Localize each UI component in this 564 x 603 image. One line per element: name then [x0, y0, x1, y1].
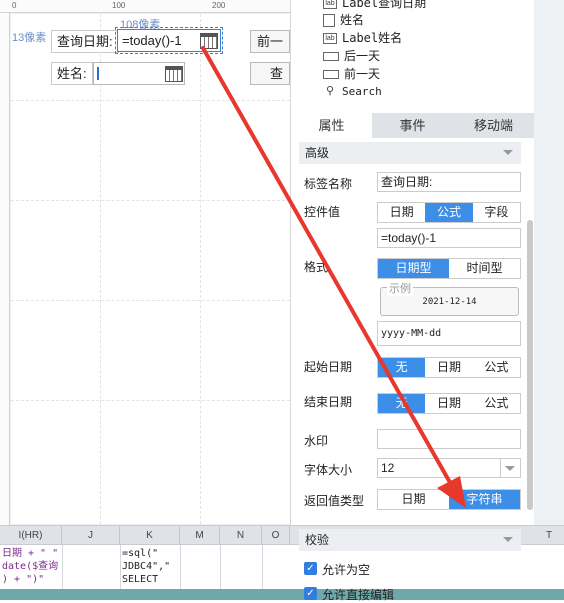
annotation-arrow: [201, 46, 466, 508]
